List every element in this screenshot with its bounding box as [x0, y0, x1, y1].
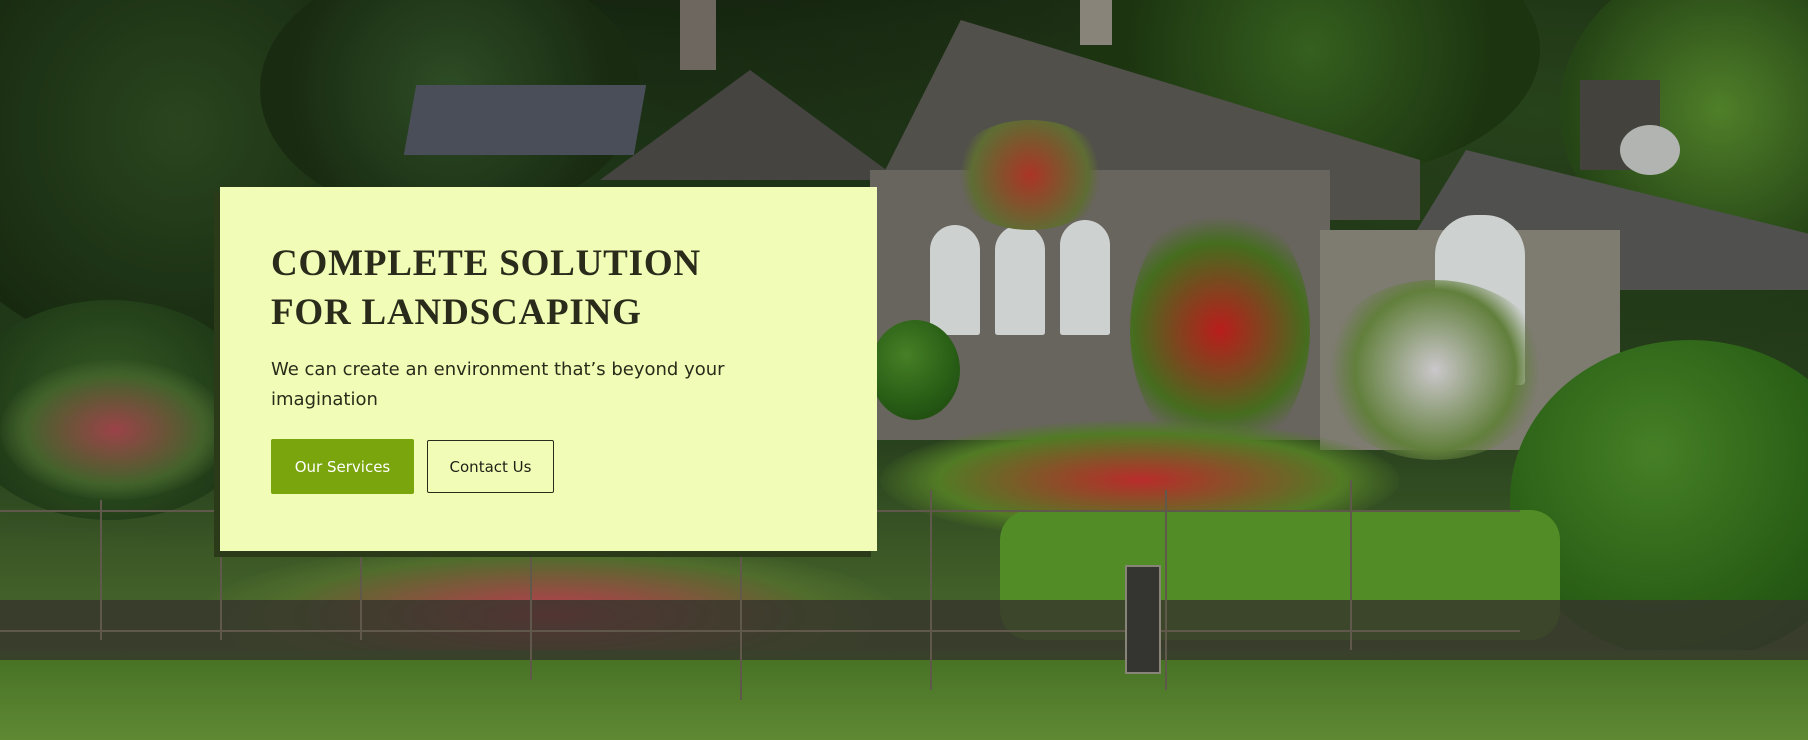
hero-description: We can create an environment that’s beyo…: [271, 359, 725, 410]
hero-card: COMPLETE SOLUTION FOR LANDSCAPING We can…: [220, 187, 877, 551]
hero-buttons: Our Services Contact Us: [271, 439, 877, 494]
hero-title-line1: COMPLETE SOLUTION: [271, 243, 701, 284]
hero-title: COMPLETE SOLUTION FOR LANDSCAPING: [271, 239, 791, 337]
contact-us-button[interactable]: Contact Us: [427, 440, 554, 493]
hero-title-line2: FOR LANDSCAPING: [271, 292, 642, 333]
hero-section: COMPLETE SOLUTION FOR LANDSCAPING We can…: [0, 0, 1808, 740]
our-services-button[interactable]: Our Services: [271, 439, 414, 494]
